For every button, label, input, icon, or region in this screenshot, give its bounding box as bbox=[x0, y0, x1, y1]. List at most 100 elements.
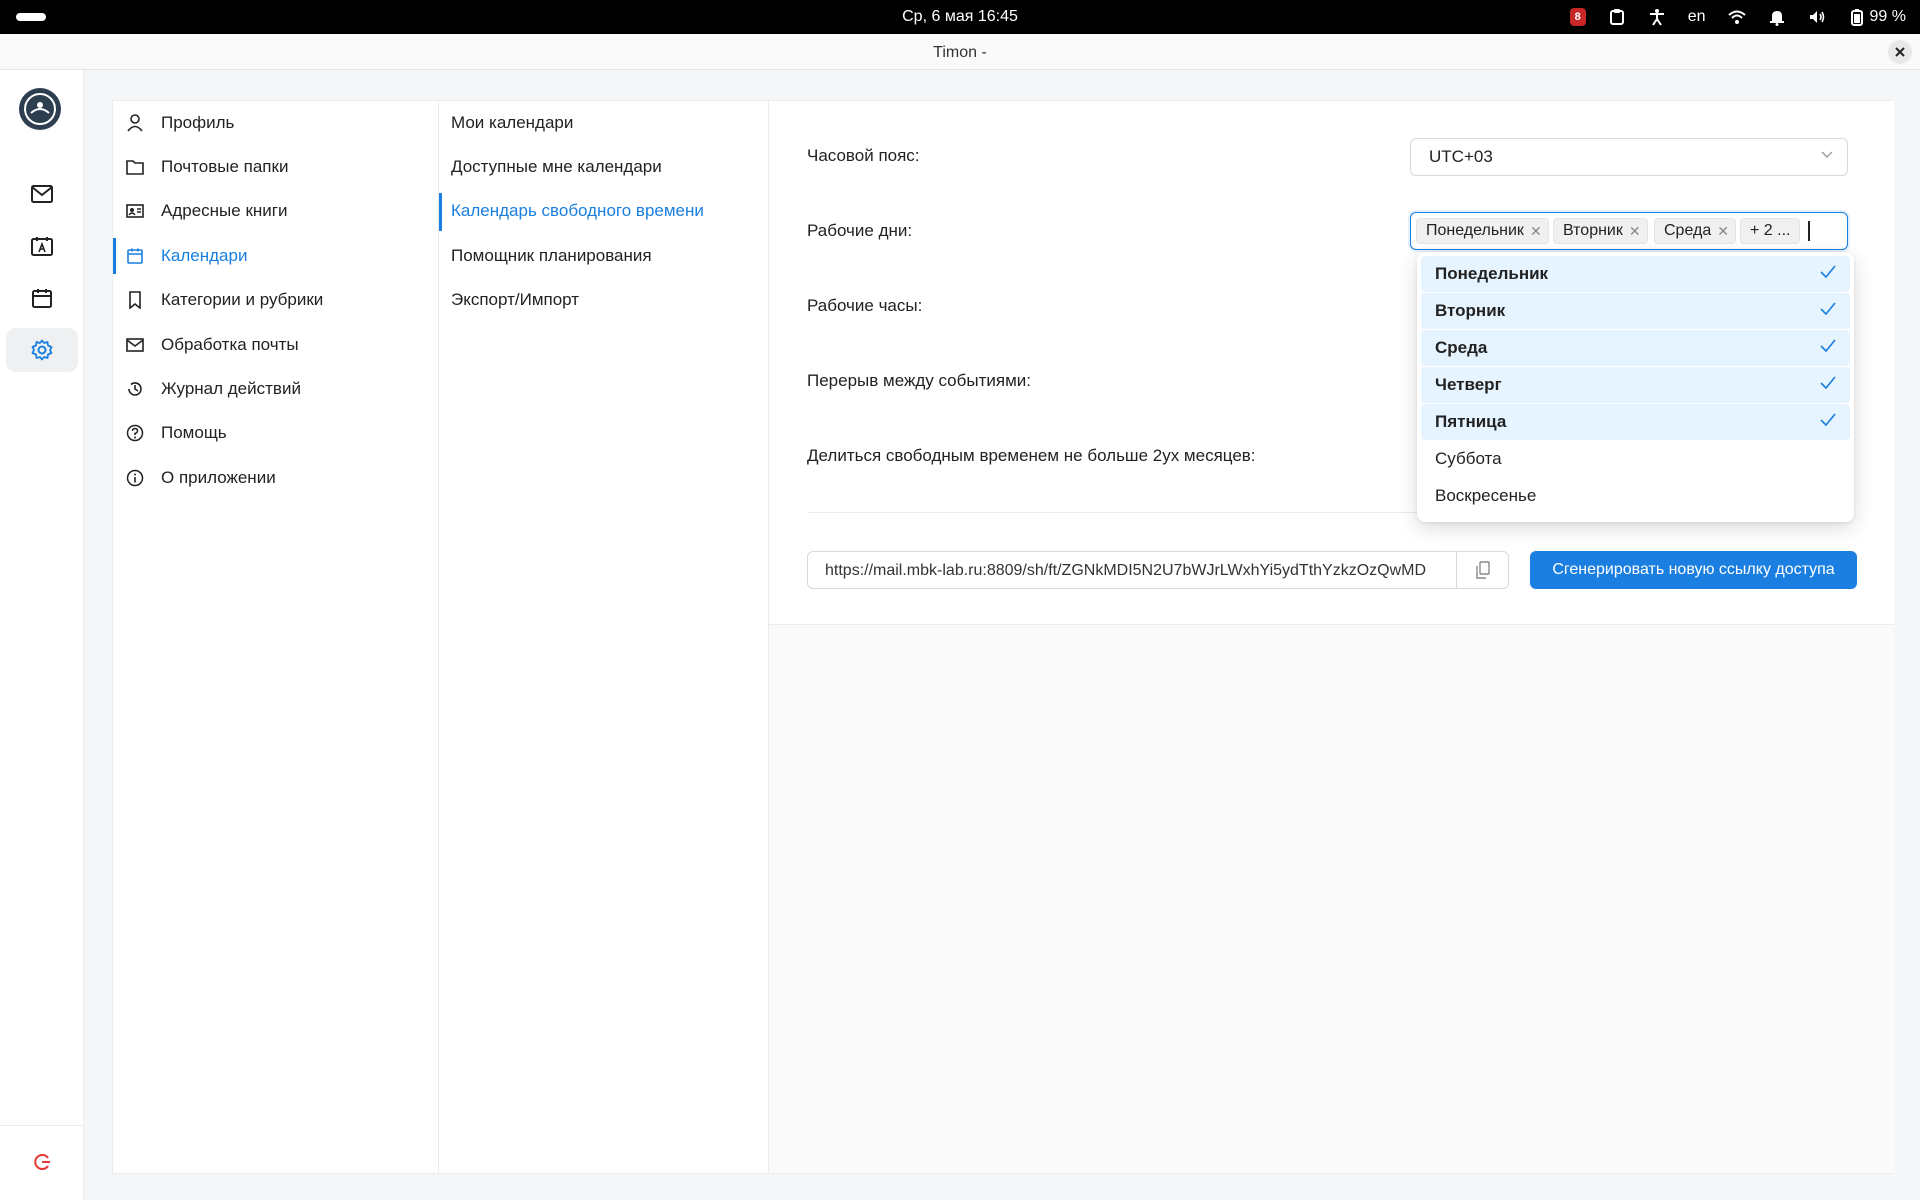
wifi-icon[interactable] bbox=[1727, 8, 1746, 26]
option-label: Понедельник bbox=[1435, 264, 1549, 283]
mail-icon bbox=[125, 335, 145, 355]
nav-item-label: О приложении bbox=[161, 468, 276, 487]
tag-remove-icon[interactable]: ✕ bbox=[1629, 223, 1641, 240]
tag-label: Вторник bbox=[1563, 222, 1623, 239]
nav-item-label: Почтовые папки bbox=[161, 157, 289, 176]
break-label: Перерыв между событиями: bbox=[807, 371, 1031, 390]
subnav-label: Мои календари bbox=[451, 113, 574, 132]
rail-mail-button[interactable] bbox=[6, 172, 78, 216]
tag-remove-icon[interactable]: ✕ bbox=[1530, 223, 1542, 240]
subnav-export-import[interactable]: Экспорт/Импорт bbox=[439, 280, 769, 320]
nav-item-label: Помощь bbox=[161, 423, 227, 442]
help-icon bbox=[125, 423, 145, 443]
nav-item-label: Журнал действий bbox=[161, 379, 301, 398]
notifications-bell-icon[interactable] bbox=[1768, 8, 1786, 26]
clipboard-icon[interactable] bbox=[1608, 8, 1626, 26]
tag-label: Среда bbox=[1664, 222, 1712, 239]
rail-contacts-button[interactable] bbox=[6, 224, 78, 268]
rail-settings-button[interactable] bbox=[6, 328, 78, 372]
workdays-dropdown: Понедельник Вторник Среда Четверг Пятниц… bbox=[1417, 252, 1854, 522]
option-monday[interactable]: Понедельник bbox=[1421, 256, 1850, 292]
calendar-icon bbox=[125, 246, 145, 266]
window-close-button[interactable] bbox=[1888, 40, 1912, 64]
nav-item-calendars[interactable]: Календари bbox=[113, 236, 439, 276]
volume-icon[interactable] bbox=[1808, 8, 1826, 26]
option-friday[interactable]: Пятница bbox=[1421, 404, 1850, 440]
nav-item-label: Профиль bbox=[161, 113, 235, 132]
nav-item-mail-folders[interactable]: Почтовые папки bbox=[113, 147, 439, 187]
subnav-label: Помощник планирования bbox=[451, 246, 652, 265]
share-limit-label: Делиться свободным временем не больше 2у… bbox=[807, 446, 1256, 465]
app-logo[interactable] bbox=[19, 88, 61, 130]
subnav-label: Экспорт/Импорт bbox=[451, 290, 580, 309]
timezone-select[interactable]: UTC+03 bbox=[1410, 138, 1848, 176]
nav-item-activity-log[interactable]: Журнал действий bbox=[113, 369, 439, 409]
logout-button[interactable] bbox=[28, 1148, 56, 1176]
user-icon bbox=[125, 113, 145, 133]
checkmark-icon bbox=[1820, 265, 1836, 279]
battery-status[interactable]: 99 % bbox=[1848, 8, 1906, 26]
subnav-shared-calendars[interactable]: Доступные мне календари bbox=[439, 147, 769, 187]
window-title: Timon - bbox=[933, 44, 987, 61]
nav-item-about[interactable]: О приложении bbox=[113, 458, 439, 498]
nav-item-categories[interactable]: Категории и рубрики bbox=[113, 280, 439, 320]
info-icon bbox=[125, 468, 145, 488]
workhours-label: Рабочие часы: bbox=[807, 296, 923, 315]
workday-tag: Вторник ✕ bbox=[1553, 218, 1648, 244]
share-link-text[interactable]: https://mail.mbk-lab.ru:8809/sh/ft/ZGNkM… bbox=[825, 562, 1445, 580]
rail-divider bbox=[0, 1125, 84, 1126]
notification-badge[interactable]: 8 bbox=[1569, 8, 1586, 26]
subnav-my-calendars[interactable]: Мои календари bbox=[439, 103, 769, 143]
history-icon bbox=[125, 379, 145, 399]
option-label: Воскресенье bbox=[1435, 486, 1537, 505]
nav-item-mail-processing[interactable]: Обработка почты bbox=[113, 325, 439, 365]
option-tuesday[interactable]: Вторник bbox=[1421, 293, 1850, 329]
app-rail bbox=[0, 70, 84, 1200]
chevron-down-icon bbox=[1821, 151, 1833, 158]
contact-card-icon bbox=[125, 201, 145, 221]
text-cursor bbox=[1808, 221, 1810, 241]
calendar-icon bbox=[32, 289, 52, 308]
nav-item-address-books[interactable]: Адресные книги bbox=[113, 191, 439, 231]
workdays-more-tag: + 2 ... bbox=[1740, 218, 1801, 244]
subnav-scheduling-assistant[interactable]: Помощник планирования bbox=[439, 236, 769, 276]
tag-label: Понедельник bbox=[1426, 222, 1524, 239]
bookmark-icon bbox=[125, 290, 145, 310]
window-title-bar: Timon - bbox=[0, 34, 1920, 70]
option-saturday[interactable]: Суббота bbox=[1421, 441, 1850, 477]
gear-icon bbox=[31, 339, 53, 361]
close-icon bbox=[1895, 47, 1905, 57]
option-label: Среда bbox=[1435, 338, 1488, 357]
mail-icon bbox=[31, 185, 53, 203]
nav-item-help[interactable]: Помощь bbox=[113, 413, 439, 453]
workday-tag: Среда ✕ bbox=[1654, 218, 1736, 244]
timezone-value: UTC+03 bbox=[1429, 147, 1493, 166]
option-sunday[interactable]: Воскресенье bbox=[1421, 478, 1850, 514]
copy-icon bbox=[1475, 561, 1490, 579]
address-book-icon bbox=[31, 237, 53, 256]
checkmark-icon bbox=[1820, 376, 1836, 390]
keyboard-language[interactable]: en bbox=[1688, 8, 1706, 26]
workdays-label: Рабочие дни: bbox=[807, 221, 913, 240]
workdays-multiselect[interactable]: Понедельник ✕ Вторник ✕ Среда ✕ + 2 ... bbox=[1410, 212, 1848, 250]
nav-item-label: Адресные книги bbox=[161, 201, 288, 220]
system-tray: 8 en 99 % bbox=[1569, 6, 1906, 28]
option-thursday[interactable]: Четверг bbox=[1421, 367, 1850, 403]
option-label: Суббота bbox=[1435, 449, 1502, 468]
checkmark-icon bbox=[1820, 413, 1836, 427]
option-label: Вторник bbox=[1435, 301, 1506, 320]
accessibility-icon[interactable] bbox=[1648, 8, 1666, 26]
rail-calendar-button[interactable] bbox=[6, 276, 78, 320]
copy-link-button[interactable] bbox=[1456, 552, 1508, 588]
nav-item-profile[interactable]: Профиль bbox=[113, 103, 439, 143]
tag-label: + 2 ... bbox=[1750, 222, 1791, 239]
option-wednesday[interactable]: Среда bbox=[1421, 330, 1850, 366]
timezone-label: Часовой пояс: bbox=[807, 146, 920, 165]
generate-link-button[interactable]: Сгенерировать новую ссылку доступа bbox=[1530, 551, 1857, 589]
share-link-field[interactable]: https://mail.mbk-lab.ru:8809/sh/ft/ZGNkM… bbox=[807, 551, 1509, 589]
settings-nav: Профиль Почтовые папки Адресные книги Ка… bbox=[113, 101, 439, 1173]
subnav-label: Доступные мне календари bbox=[451, 157, 662, 176]
checkmark-icon bbox=[1820, 339, 1836, 353]
subnav-free-time-calendar[interactable]: Календарь свободного времени bbox=[439, 191, 769, 231]
tag-remove-icon[interactable]: ✕ bbox=[1717, 223, 1729, 240]
